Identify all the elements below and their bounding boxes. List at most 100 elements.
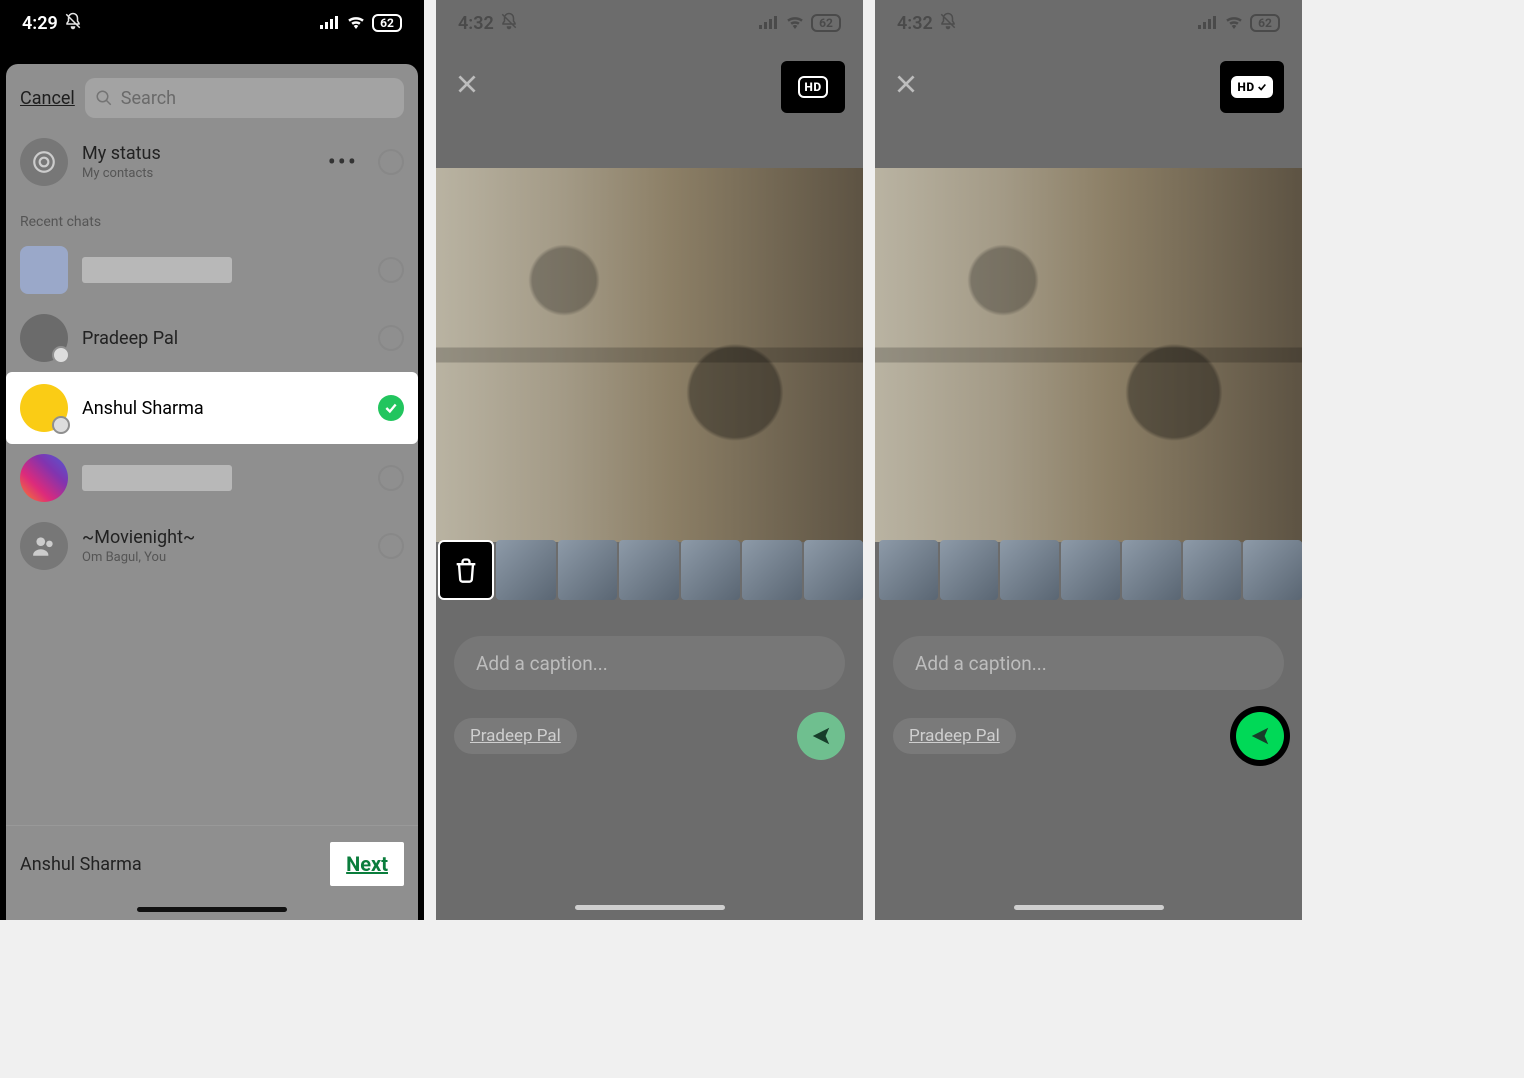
media-preview[interactable] (875, 168, 1302, 542)
caption-input[interactable]: Add a caption... (454, 636, 845, 690)
delete-thumbnail-button[interactable] (438, 540, 494, 600)
thumbnail-strip[interactable] (875, 540, 1302, 600)
chat-avatar (20, 522, 68, 570)
thumbnail[interactable] (940, 540, 999, 600)
next-button[interactable]: Next (330, 842, 404, 886)
chat-radio[interactable] (378, 257, 404, 283)
thumbnail[interactable] (1122, 540, 1181, 600)
chat-name: ~Movienight~ (82, 527, 364, 548)
chat-name: Anshul Sharma (82, 398, 364, 419)
chat-name: Pradeep Pal (82, 328, 364, 349)
thumbnail[interactable] (1243, 540, 1302, 600)
search-input[interactable]: Search (85, 78, 404, 118)
my-status-title: My status (82, 143, 314, 164)
chat-row-hidden-1[interactable] (6, 236, 418, 304)
thumbnail[interactable] (1183, 540, 1242, 600)
battery-indicator: 62 (811, 14, 841, 32)
battery-indicator: 62 (372, 14, 402, 32)
home-indicator (575, 905, 725, 910)
my-status-radio[interactable] (378, 149, 404, 175)
media-preview[interactable] (436, 168, 863, 542)
thumbnail[interactable] (558, 540, 618, 600)
caption-input[interactable]: Add a caption... (893, 636, 1284, 690)
chat-radio[interactable] (378, 465, 404, 491)
send-icon (810, 725, 832, 747)
my-status-text: My status My contacts (82, 143, 314, 181)
chat-row-hidden-2[interactable] (6, 444, 418, 512)
recipient-row: Pradeep Pal (893, 712, 1284, 760)
phone-editor-hd-off: 4:32 62 HD (436, 0, 863, 920)
cancel-button[interactable]: Cancel (20, 88, 75, 109)
search-icon (95, 89, 113, 107)
disappearing-icon (52, 346, 70, 364)
send-button[interactable] (1236, 712, 1284, 760)
phone-editor-hd-on: 4:32 62 HD (875, 0, 1302, 920)
chat-radio[interactable] (378, 533, 404, 559)
phone-contact-picker: 4:29 62 Cancel Search (0, 0, 424, 920)
hd-quality-button[interactable]: HD (781, 61, 845, 113)
status-bar: 4:32 62 (436, 0, 863, 46)
hd-label: HD (1237, 80, 1254, 94)
sheet-footer: Anshul Sharma Next (6, 825, 418, 920)
status-time: 4:32 (897, 13, 933, 34)
redacted-name (82, 465, 232, 491)
chat-sub: Om Bagul, You (82, 550, 364, 565)
home-indicator (137, 907, 287, 912)
editor-top-bar: HD (436, 52, 863, 122)
caption-placeholder: Add a caption... (476, 652, 608, 675)
status-ring-icon (31, 149, 57, 175)
recipient-chip[interactable]: Pradeep Pal (454, 718, 577, 754)
chat-row-movienight[interactable]: ~Movienight~ Om Bagul, You (6, 512, 418, 580)
recipient-row: Pradeep Pal (454, 712, 845, 760)
chat-avatar (20, 454, 68, 502)
my-status-row[interactable]: My status My contacts ••• (6, 128, 418, 196)
selected-check-icon[interactable] (378, 395, 404, 421)
chat-radio[interactable] (378, 325, 404, 351)
chat-avatar (20, 384, 68, 432)
editor-surface: 4:32 62 HD (436, 0, 863, 920)
group-icon (31, 533, 57, 559)
send-button[interactable] (797, 712, 845, 760)
signal-icon (320, 13, 340, 34)
caption-placeholder: Add a caption... (915, 652, 1047, 675)
send-icon (1249, 725, 1271, 747)
signal-icon (1198, 13, 1218, 34)
hd-icon: HD (798, 76, 827, 98)
share-sheet: Cancel Search My status My contacts ••• … (6, 64, 418, 920)
close-button[interactable] (454, 70, 480, 105)
thumbnail[interactable] (681, 540, 741, 600)
status-bar: 4:29 62 (0, 0, 424, 46)
wifi-icon (1224, 13, 1244, 34)
chat-avatar (20, 246, 68, 294)
wifi-icon (785, 13, 805, 34)
trash-icon (452, 556, 480, 584)
chat-row-pradeep[interactable]: Pradeep Pal (6, 304, 418, 372)
search-placeholder: Search (121, 88, 176, 109)
editor-top-bar: HD (875, 52, 1302, 122)
close-icon (454, 71, 480, 97)
more-icon[interactable]: ••• (328, 148, 358, 176)
status-right: 62 (320, 13, 402, 34)
thumbnail[interactable] (1000, 540, 1059, 600)
thumbnail[interactable] (879, 540, 938, 600)
home-indicator (1014, 905, 1164, 910)
status-time: 4:29 (22, 13, 58, 34)
chat-avatar (20, 314, 68, 362)
thumbnail[interactable] (804, 540, 864, 600)
thumbnail[interactable] (496, 540, 556, 600)
thumbnail[interactable] (742, 540, 802, 600)
thumbnail[interactable] (1061, 540, 1120, 600)
status-time: 4:32 (458, 13, 494, 34)
hd-quality-button-enabled[interactable]: HD (1220, 61, 1284, 113)
close-icon (893, 71, 919, 97)
silent-icon (500, 12, 518, 35)
thumbnail-strip[interactable] (436, 540, 863, 600)
recipient-chip[interactable]: Pradeep Pal (893, 718, 1016, 754)
chat-row-anshul[interactable]: Anshul Sharma (6, 372, 418, 444)
my-status-sub: My contacts (82, 166, 314, 181)
silent-icon (64, 12, 82, 35)
thumbnail[interactable] (619, 540, 679, 600)
my-status-avatar (20, 138, 68, 186)
close-button[interactable] (893, 70, 919, 105)
selected-recipient: Anshul Sharma (20, 854, 142, 875)
